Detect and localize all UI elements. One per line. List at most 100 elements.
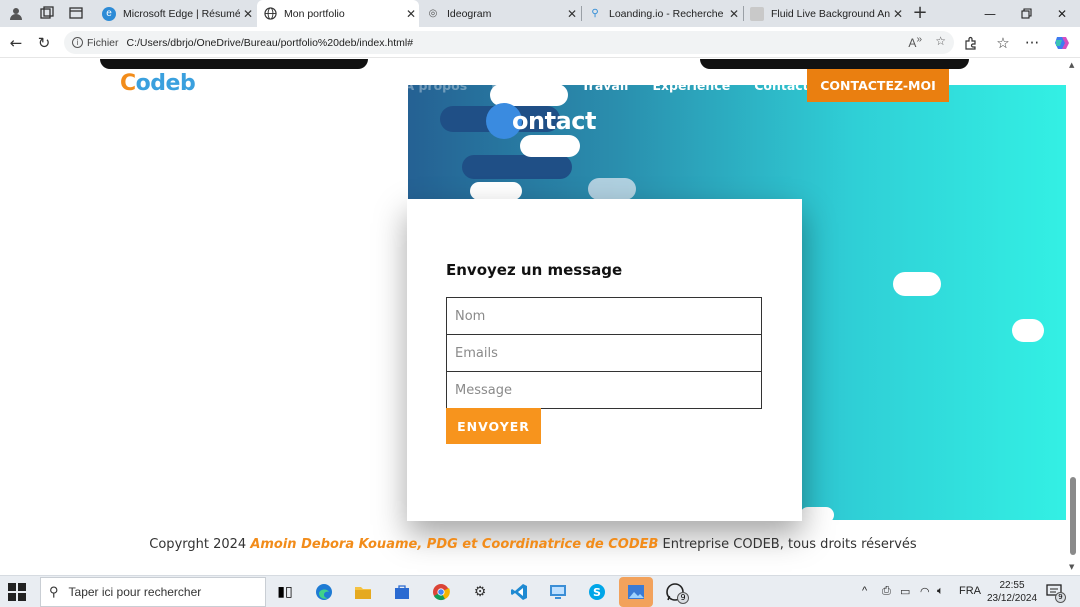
decor-bar: [700, 59, 969, 69]
edge-icon: e: [102, 6, 116, 21]
windows-start-icon[interactable]: [8, 583, 26, 601]
close-tab-icon[interactable]: ✕: [890, 7, 906, 21]
browser-tab-strip: e Microsoft Edge | Résumé d ✕ Mon portfo…: [0, 0, 1080, 27]
scroll-down-icon[interactable]: ▼: [1069, 563, 1074, 571]
close-tab-icon[interactable]: ✕: [726, 7, 742, 21]
tab-title: Loanding.io - Recherche: [609, 7, 724, 20]
nav-a-propos[interactable]: A propos: [404, 78, 467, 93]
ideogram-icon: ◎: [428, 8, 438, 19]
tab-title: Mon portfolio: [284, 7, 345, 20]
page-footer: Copyrght 2024 Amoin Debora Kouame, PDG e…: [0, 537, 1066, 552]
profile-icon[interactable]: [5, 3, 27, 23]
remote-desktop-icon[interactable]: [545, 580, 571, 604]
nav-accueil[interactable]: Accueil: [330, 78, 380, 93]
tab-ideogram[interactable]: ◎ Ideogram ✕: [420, 0, 580, 27]
scroll-up-icon[interactable]: ▲: [1069, 61, 1074, 69]
notification-count: 9: [1055, 592, 1066, 603]
back-icon[interactable]: ←: [5, 32, 27, 54]
battery-icon[interactable]: ▭: [900, 585, 910, 598]
search-icon: ⚲: [49, 584, 59, 599]
whatsapp-icon[interactable]: 9: [662, 580, 689, 604]
search-icon: ⚲: [591, 8, 599, 19]
site-logo[interactable]: Codeb: [120, 71, 196, 96]
clock-time: 22:55: [999, 580, 1025, 591]
language-indicator[interactable]: FRA: [959, 585, 981, 597]
page-scrollbar[interactable]: ▲ ▼: [1066, 59, 1080, 573]
store-icon[interactable]: [389, 580, 415, 604]
svg-text:S: S: [593, 586, 601, 599]
favorites-icon[interactable]: ☆: [992, 32, 1014, 54]
nav-contact[interactable]: Contact: [754, 78, 808, 93]
clock[interactable]: 22:55 23/12/2024: [986, 579, 1038, 605]
browser-toolbar: ← ↻ i Fichier C:/Users/dbrjo/OneDrive/Bu…: [0, 27, 1080, 58]
tab-title: Ideogram: [447, 7, 492, 20]
chrome-icon[interactable]: [428, 580, 454, 604]
nav-travail[interactable]: Travail: [582, 78, 629, 93]
nav-expertise[interactable]: Expertise: [491, 78, 557, 93]
close-tab-icon[interactable]: ✕: [564, 7, 580, 21]
name-input[interactable]: Nom: [446, 297, 762, 335]
taskbar-search[interactable]: ⚲ Taper ici pour rechercher: [40, 577, 266, 607]
close-window-icon[interactable]: ✕: [1044, 0, 1080, 27]
read-aloud-icon[interactable]: A»: [908, 34, 922, 50]
site-nav: Accueil A propos Expertise Travail Expér…: [330, 78, 833, 93]
address-url[interactable]: C:/Users/dbrjo/OneDrive/Bureau/portfolio…: [127, 37, 414, 49]
wifi-icon[interactable]: ◠: [920, 585, 930, 598]
scrollbar-thumb[interactable]: [1070, 477, 1076, 555]
close-tab-icon[interactable]: ✕: [240, 7, 256, 21]
footer-highlight: Amoin Debora Kouame, PDG et Coordinatric…: [250, 537, 659, 552]
notifications-icon[interactable]: 9: [1046, 583, 1066, 603]
refresh-icon[interactable]: ↻: [33, 32, 55, 54]
show-hidden-icons-icon[interactable]: ^: [862, 585, 867, 597]
decor-pill: [462, 155, 572, 179]
task-view-icon[interactable]: ▮▯: [272, 580, 298, 604]
footer-suffix: Entreprise CODEB, tous droits réservés: [658, 537, 917, 552]
contactez-moi-button[interactable]: CONTACTEZ-MOI: [807, 69, 949, 102]
tab-actions-icon[interactable]: [65, 3, 87, 23]
tab-title: Microsoft Edge | Résumé d: [123, 7, 240, 20]
decor-pill: [800, 507, 834, 523]
nav-experience[interactable]: Expérience: [652, 78, 730, 93]
windows-taskbar: ⚲ Taper ici pour rechercher ▮▯ ⚙ S 9 ^ ⎙…: [0, 575, 1080, 607]
copilot-icon[interactable]: [1051, 32, 1073, 54]
screen: e Microsoft Edge | Résumé d ✕ Mon portfo…: [0, 0, 1080, 607]
section-title: ontact: [486, 103, 596, 139]
address-scheme-label: Fichier: [87, 36, 119, 49]
decor-pill: [588, 178, 636, 200]
file-explorer-icon[interactable]: [350, 580, 376, 604]
send-button[interactable]: ENVOYER: [446, 408, 541, 444]
vscode-icon[interactable]: [506, 580, 532, 604]
more-menu-icon[interactable]: ···: [1021, 32, 1043, 54]
info-icon[interactable]: i: [72, 37, 83, 48]
volume-icon[interactable]: 🔈︎: [937, 585, 944, 598]
decor-bar: [100, 59, 368, 69]
close-tab-icon[interactable]: ✕: [403, 7, 419, 21]
decor-pill: [893, 272, 941, 296]
meet-now-icon[interactable]: ⎙: [882, 585, 891, 598]
tab-loanding-search[interactable]: ⚲ Loanding.io - Recherche ✕: [582, 0, 742, 27]
decor-pill: [470, 182, 522, 200]
photos-icon[interactable]: [619, 577, 653, 607]
tab-edge-summary[interactable]: e Microsoft Edge | Résumé d ✕: [96, 0, 256, 27]
minimize-icon[interactable]: —: [972, 0, 1008, 27]
workspaces-icon[interactable]: [36, 3, 58, 23]
taskbar-search-placeholder: Taper ici pour rechercher: [68, 585, 202, 599]
tab-fluid-background[interactable]: Fluid Live Background Anim ✕: [744, 0, 906, 27]
settings-gear-icon[interactable]: ⚙: [467, 580, 493, 604]
tab-mon-portfolio[interactable]: Mon portfolio ✕: [257, 0, 419, 27]
whatsapp-badge: 9: [677, 592, 689, 604]
email-input[interactable]: Emails: [446, 334, 762, 372]
message-input[interactable]: Message: [446, 371, 762, 409]
favorite-star-icon[interactable]: ☆: [935, 34, 946, 48]
address-bar[interactable]: i Fichier C:/Users/dbrjo/OneDrive/Bureau…: [64, 31, 954, 54]
restore-icon[interactable]: [1008, 0, 1044, 27]
footer-prefix: Copyrght 2024: [149, 537, 251, 552]
clock-date: 23/12/2024: [986, 593, 1038, 604]
tab-title: Fluid Live Background Anim: [771, 7, 890, 20]
extensions-icon[interactable]: [960, 32, 982, 54]
skype-icon[interactable]: S: [584, 580, 610, 604]
edge-icon[interactable]: [311, 580, 337, 604]
new-tab-icon[interactable]: +: [910, 3, 930, 23]
page-viewport: Codeb Accueil A propos Expertise Travail…: [0, 59, 1080, 573]
logo-text: odeb: [135, 71, 196, 96]
